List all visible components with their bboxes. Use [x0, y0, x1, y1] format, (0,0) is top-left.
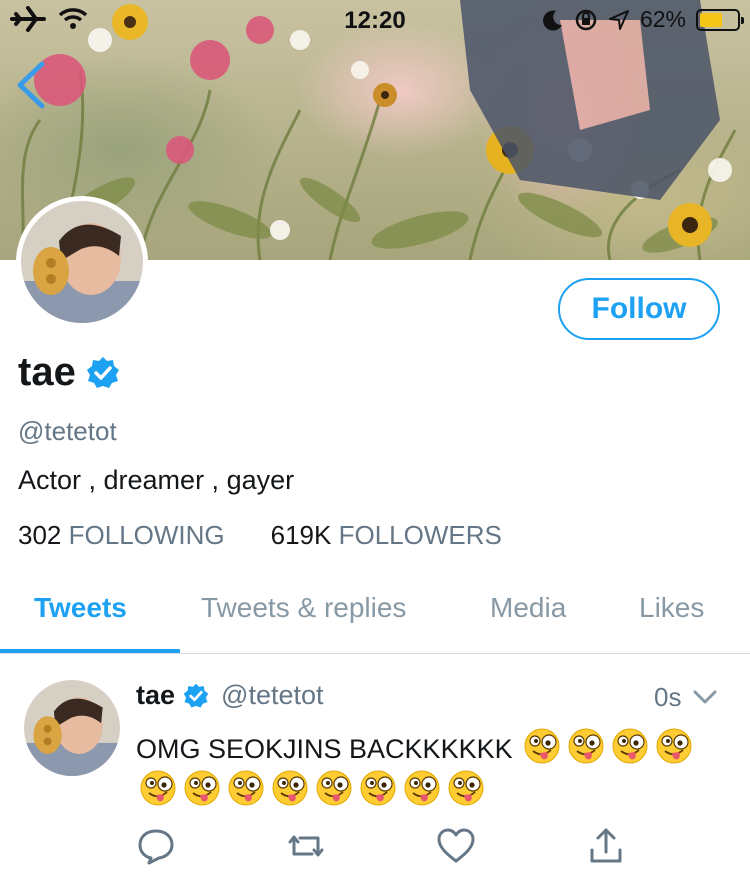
following-label: FOLLOWING: [68, 520, 225, 550]
tweet-text: OMG SEOKJINS BACKKKKKK: [136, 728, 726, 812]
zany-face-emoji: [524, 728, 560, 764]
like-icon: [437, 828, 475, 863]
tab-tweets[interactable]: Tweets: [34, 592, 127, 624]
zany-face-emoji: [404, 770, 440, 806]
tweet-header: tae @tetetot: [136, 680, 324, 711]
zany-face-emoji: [140, 770, 176, 806]
reply-button[interactable]: [136, 826, 176, 866]
profile-bio: Actor , dreamer , gayer: [18, 465, 295, 495]
battery-percent: 62%: [639, 6, 686, 32]
tweet-actions: [136, 826, 656, 866]
zany-face-emoji: [228, 770, 264, 806]
status-right: 62%: [542, 6, 744, 33]
verified-badge-icon: [86, 356, 119, 388]
display-name-row: tae: [18, 350, 120, 395]
tweet-text-body: OMG SEOKJINS BACKKKKKK: [136, 734, 513, 764]
followers-stat[interactable]: 619K FOLLOWERS: [271, 520, 502, 551]
zany-face-emoji: [316, 770, 352, 806]
tweet-author-name[interactable]: tae: [136, 680, 175, 711]
share-button[interactable]: [586, 826, 626, 866]
back-button[interactable]: [12, 60, 52, 110]
tab-likes[interactable]: Likes: [639, 592, 704, 624]
zany-face-emoji: [448, 770, 484, 806]
location-arrow-icon: [608, 9, 629, 30]
chevron-left-icon: [17, 61, 45, 109]
zany-face-emoji: [568, 728, 604, 764]
following-stat[interactable]: 302 FOLLOWING: [18, 520, 225, 551]
retweet-button[interactable]: [286, 826, 326, 866]
profile-stats: 302 FOLLOWING 619K FOLLOWERS: [18, 520, 502, 551]
zany-face-emoji: [272, 770, 308, 806]
retweet-icon: [288, 835, 324, 857]
tweet-avatar[interactable]: [24, 680, 120, 776]
reply-icon: [138, 829, 174, 865]
follow-button[interactable]: Follow: [558, 278, 720, 340]
battery-fill: [700, 12, 723, 27]
zany-face-emoji: [612, 728, 648, 764]
status-bar: 12:20 62%: [0, 0, 750, 40]
avatar-image: [21, 201, 143, 323]
share-icon: [590, 828, 622, 863]
active-tab-indicator: [0, 649, 180, 653]
tweet-author-handle: @tetetot: [221, 680, 324, 710]
tweet-timestamp: 0s: [654, 682, 682, 712]
battery-icon: [696, 8, 744, 31]
followers-label: FOLLOWERS: [338, 520, 502, 550]
chevron-down-icon[interactable]: [692, 688, 718, 706]
followers-count: 619K: [270, 520, 332, 550]
tweet[interactable]: tae @tetetot 0s OMG SEOKJINS BACKKKKKK: [0, 654, 750, 884]
profile-tabs: Tweets Tweets & replies Media Likes: [0, 580, 750, 654]
zany-face-emoji: [360, 770, 396, 806]
verified-badge-icon: [183, 683, 209, 707]
tab-media[interactable]: Media: [490, 592, 566, 624]
profile-handle: @tetetot: [18, 416, 117, 446]
tab-tweets-replies[interactable]: Tweets & replies: [201, 592, 406, 624]
rotation-lock-icon: [575, 9, 597, 30]
zany-face-emoji: [656, 728, 692, 764]
like-button[interactable]: [436, 826, 476, 866]
profile-avatar[interactable]: [16, 196, 148, 328]
zany-face-emoji: [184, 770, 220, 806]
display-name: tae: [18, 350, 76, 394]
following-count: 302: [18, 520, 62, 550]
moon-icon: [542, 10, 562, 31]
